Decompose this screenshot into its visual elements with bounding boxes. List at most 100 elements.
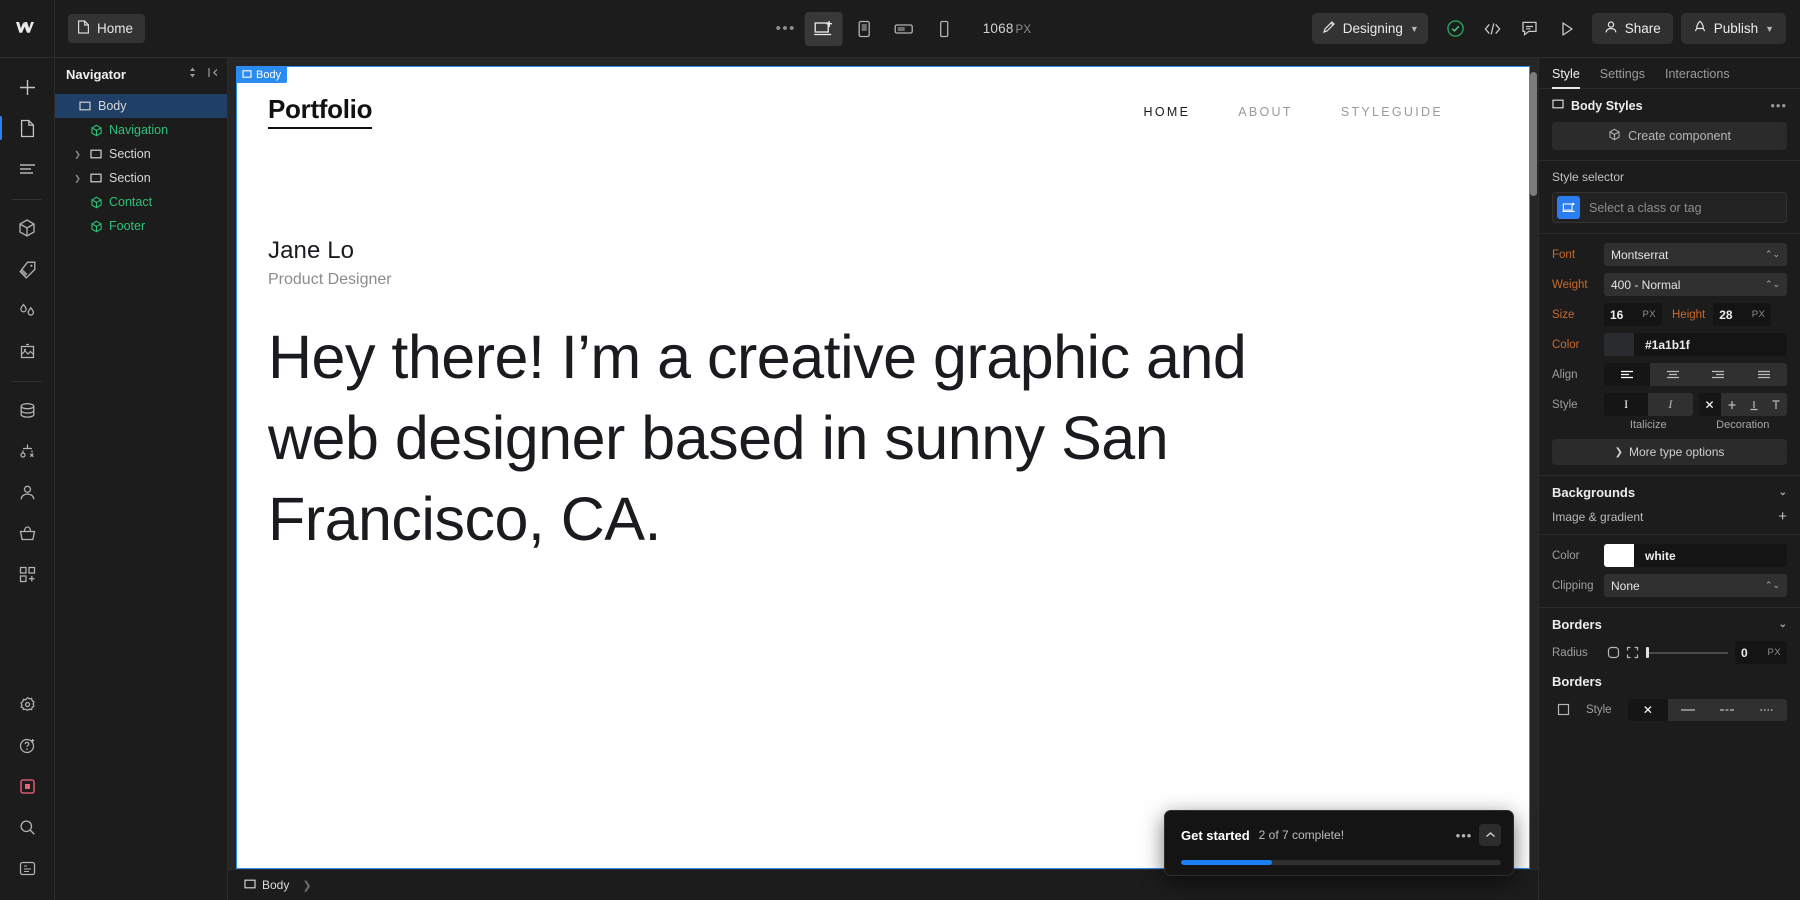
- borders-header[interactable]: Borders ⌄: [1552, 617, 1787, 632]
- element-styles-menu-icon[interactable]: •••: [1770, 98, 1787, 113]
- quick-find-icon[interactable]: [8, 849, 46, 887]
- webflow-logo-icon[interactable]: [0, 0, 55, 57]
- audit-check-icon[interactable]: [1439, 12, 1473, 46]
- background-color-swatch[interactable]: [1604, 544, 1634, 567]
- navigator-item-label: Section: [109, 171, 151, 185]
- chevron-down-icon: ⌄: [1779, 619, 1787, 630]
- radius-slider[interactable]: [1646, 641, 1728, 664]
- tab-style[interactable]: Style: [1552, 67, 1589, 88]
- breadcrumb-home-button[interactable]: Home: [68, 14, 145, 43]
- underline-icon[interactable]: [1743, 393, 1765, 416]
- line-height-value: 28: [1719, 308, 1732, 322]
- italic-icon[interactable]: I: [1648, 393, 1692, 416]
- chevron-up-icon[interactable]: [1479, 824, 1501, 846]
- site-nav-link-styleguide[interactable]: STYLEGUIDE: [1317, 105, 1467, 119]
- align-center-icon[interactable]: [1650, 363, 1696, 386]
- assets-icon[interactable]: [8, 332, 46, 370]
- ellipsis-icon[interactable]: •••: [1453, 824, 1475, 846]
- tab-settings[interactable]: Settings: [1600, 67, 1654, 88]
- align-right-icon[interactable]: [1696, 363, 1742, 386]
- navigator-item-section[interactable]: ❯ Section: [55, 166, 227, 190]
- selected-element-label: Body: [256, 69, 281, 81]
- collapse-panel-icon[interactable]: [208, 66, 219, 82]
- no-decoration-icon[interactable]: ✕: [1699, 393, 1721, 416]
- radius-individual-corners-icon[interactable]: [1623, 646, 1642, 659]
- components-icon[interactable]: [8, 209, 46, 247]
- element-styles-label: Body Styles: [1571, 99, 1643, 113]
- publish-button[interactable]: Publish ▼: [1681, 13, 1786, 44]
- create-component-button[interactable]: Create component: [1552, 122, 1787, 150]
- dashed-icon[interactable]: [1708, 699, 1748, 721]
- desktop-breakpoint[interactable]: [805, 12, 843, 46]
- canvas-scrollbar[interactable]: [1530, 72, 1537, 196]
- expand-chevron-icon[interactable]: ❯: [72, 150, 83, 159]
- logic-icon[interactable]: [8, 432, 46, 470]
- tablet-breakpoint[interactable]: [845, 12, 883, 46]
- comment-icon[interactable]: [1513, 12, 1547, 46]
- navigator-item-body[interactable]: Body: [55, 94, 227, 118]
- sort-toggle-icon[interactable]: [187, 66, 198, 82]
- add-background-icon[interactable]: +: [1778, 509, 1787, 524]
- no-italic-icon[interactable]: I: [1604, 393, 1648, 416]
- mode-designing-dropdown[interactable]: Designing ▼: [1312, 13, 1428, 44]
- share-button[interactable]: Share: [1592, 13, 1673, 44]
- more-type-options-button[interactable]: ❯ More type options: [1552, 439, 1787, 465]
- code-icon[interactable]: [1476, 12, 1510, 46]
- font-size-input[interactable]: 16 PX: [1604, 303, 1662, 326]
- text-color-input[interactable]: #1a1b1f: [1604, 333, 1787, 356]
- breadcrumb-body[interactable]: Body: [244, 878, 289, 893]
- radius-input[interactable]: 0 PX: [1735, 641, 1787, 664]
- navigator-item-footer[interactable]: Footer: [55, 214, 227, 238]
- navigator-tree: BodyNavigation❯Section❯SectionContactFoo…: [55, 90, 227, 238]
- weight-select[interactable]: 400 - Normal ⌃⌄: [1604, 273, 1787, 296]
- radius-slider-knob[interactable]: [1646, 647, 1649, 658]
- site-nav-link-home[interactable]: HOME: [1120, 105, 1215, 119]
- none-icon[interactable]: ✕: [1628, 699, 1668, 721]
- webflow-designer: Home ••• 1068PX: [0, 0, 1800, 900]
- preview-play-icon[interactable]: [1550, 12, 1584, 46]
- style-selector-input[interactable]: Select a class or tag: [1552, 192, 1787, 223]
- line-height-input[interactable]: 28 PX: [1713, 303, 1771, 326]
- variables-icon[interactable]: [8, 291, 46, 329]
- style-selector-placeholder: Select a class or tag: [1589, 201, 1702, 215]
- solid-icon[interactable]: [1668, 699, 1708, 721]
- element-styles-title: Body Styles: [1552, 98, 1643, 113]
- users-icon[interactable]: [8, 473, 46, 511]
- page-canvas-body[interactable]: Body Portfolio HOMEABOUTSTYLEGUIDE Jane …: [236, 66, 1530, 869]
- cms-icon[interactable]: [8, 391, 46, 429]
- strikethrough-icon[interactable]: [1721, 393, 1743, 416]
- section-element-icon: [89, 172, 103, 184]
- clipping-select[interactable]: None ⌃⌄: [1604, 574, 1787, 597]
- navigator-item-contact[interactable]: Contact: [55, 190, 227, 214]
- dotted-icon[interactable]: [1747, 699, 1787, 721]
- site-logo[interactable]: Portfolio: [268, 95, 372, 129]
- mobile-landscape-breakpoint[interactable]: [885, 12, 923, 46]
- navigator-item-section[interactable]: ❯Section: [55, 142, 227, 166]
- overline-icon[interactable]: [1765, 393, 1787, 416]
- more-breakpoints-icon[interactable]: •••: [769, 13, 803, 45]
- navigator-item-navigation[interactable]: Navigation: [55, 118, 227, 142]
- radius-all-corners-icon[interactable]: [1604, 646, 1623, 659]
- search-icon[interactable]: [8, 808, 46, 846]
- apps-icon[interactable]: [8, 555, 46, 593]
- expand-chevron-icon[interactable]: ❯: [72, 174, 83, 183]
- mobile-portrait-breakpoint[interactable]: [925, 12, 963, 46]
- navigator-icon[interactable]: [8, 150, 46, 188]
- backgrounds-header[interactable]: Backgrounds ⌄: [1552, 485, 1787, 500]
- border-all-sides-icon[interactable]: [1552, 699, 1574, 721]
- help-icon[interactable]: [8, 726, 46, 764]
- add-elements-icon[interactable]: [8, 68, 46, 106]
- video-record-icon[interactable]: [8, 767, 46, 805]
- ecommerce-icon[interactable]: [8, 514, 46, 552]
- tab-interactions[interactable]: Interactions: [1665, 67, 1739, 88]
- text-color-swatch[interactable]: [1604, 333, 1634, 356]
- align-justify-icon[interactable]: [1741, 363, 1787, 386]
- site-nav-link-about[interactable]: ABOUT: [1214, 105, 1317, 119]
- pages-icon[interactable]: [8, 109, 46, 147]
- align-left-icon[interactable]: [1604, 363, 1650, 386]
- background-color-input[interactable]: white: [1604, 544, 1787, 567]
- get-started-toast[interactable]: Get started 2 of 7 complete! •••: [1164, 810, 1514, 876]
- font-select[interactable]: Montserrat ⌃⌄: [1604, 243, 1787, 266]
- style-manager-icon[interactable]: [8, 250, 46, 288]
- settings-gear-icon[interactable]: [8, 685, 46, 723]
